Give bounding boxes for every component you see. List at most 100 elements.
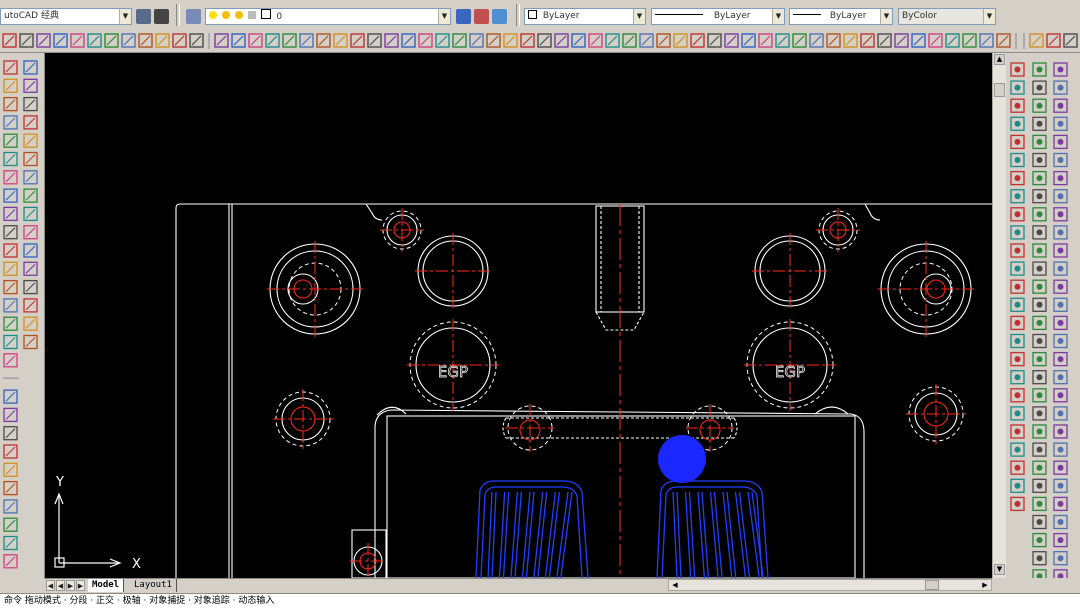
tool-icon[interactable] [1053,514,1068,530]
tool-icon[interactable] [23,60,38,75]
tool-icon[interactable] [1053,442,1068,457]
tool-icon[interactable] [962,33,977,48]
linetype-select[interactable]: ByLayer ▼ [651,8,785,25]
tool-icon[interactable] [1053,406,1068,421]
tool-icon[interactable] [928,33,943,48]
tool-icon[interactable] [1032,116,1047,131]
tool-icon[interactable] [23,243,38,258]
tool-icon[interactable] [588,33,603,48]
tool-icon[interactable] [1010,134,1025,150]
tool-icon[interactable] [3,206,18,222]
tool-icon[interactable] [3,170,18,185]
tool-icon[interactable] [1010,225,1025,240]
tool-icon[interactable] [1010,370,1025,385]
tool-icon[interactable] [3,243,18,258]
tool-icon[interactable] [3,517,18,532]
tool-icon[interactable] [1032,98,1047,113]
tool-icon[interactable] [1032,478,1047,493]
tool-icon[interactable] [1032,243,1047,258]
tool-icon[interactable] [3,554,18,569]
scroll-up-button[interactable]: ▲ [994,54,1005,65]
tool-icon[interactable] [1032,424,1047,439]
tool-icon[interactable] [1010,261,1025,276]
tool-icon[interactable] [1053,424,1068,439]
tool-icon[interactable] [1053,297,1068,312]
tool-icon[interactable] [87,33,102,48]
tool-icon[interactable] [23,78,38,93]
tool-icon[interactable] [1032,189,1047,204]
tool-icon[interactable] [367,33,382,48]
tool-icon[interactable] [1053,225,1068,240]
tool-icon[interactable] [23,151,38,167]
tool-icon[interactable] [1010,297,1025,312]
tool-icon[interactable] [23,298,38,313]
tool-icon[interactable] [1010,116,1025,131]
tool-icon[interactable] [3,151,18,167]
tool-icon[interactable] [656,33,671,48]
tool-icon[interactable] [1010,98,1025,113]
layer-select[interactable]: 0 ▼ [205,8,451,25]
tool-icon[interactable] [1010,189,1025,204]
chevron-down-icon[interactable]: ▼ [983,9,995,24]
tool-icon[interactable] [1010,279,1025,294]
tool-icon[interactable] [826,33,841,48]
tool-icon[interactable] [3,133,18,148]
tool-icon[interactable] [3,353,18,368]
tool-icon[interactable] [172,33,187,48]
hscroll-thumb[interactable] [925,580,939,590]
tool-icon[interactable] [1032,333,1047,349]
tool-icon[interactable] [1053,569,1068,584]
tool-icon[interactable] [1053,207,1068,222]
tool-icon[interactable] [1053,170,1068,186]
tool-icon[interactable] [350,33,365,48]
tool-icon[interactable] [1010,478,1025,493]
first-tab-button[interactable]: ◀ [46,580,55,591]
plugin-toolbar-icons[interactable] [1006,53,1080,584]
tool-icon[interactable] [1032,460,1047,475]
tool-icon[interactable] [1053,134,1068,150]
tool-icon[interactable] [1053,189,1068,204]
tool-icon[interactable] [1010,170,1025,186]
workspace-select[interactable]: utoCAD 经典 ▼ [0,8,132,25]
tool-icon[interactable] [1010,152,1025,168]
tool-icon[interactable] [333,33,348,48]
tool-icon[interactable] [1032,388,1047,403]
tool-icon[interactable] [1053,279,1068,294]
tool-icon[interactable] [23,188,38,203]
tool-icon[interactable] [1010,315,1025,331]
tool-icon[interactable] [104,33,119,48]
tool-icon[interactable] [1053,333,1068,349]
next-tab-button[interactable]: ▶ [66,580,75,591]
tool-icon[interactable] [1032,134,1047,150]
tool-icon[interactable] [1053,478,1068,493]
tool-icon[interactable] [1053,80,1068,95]
chevron-down-icon[interactable]: ▼ [772,9,784,24]
tool-icon[interactable] [639,33,654,48]
tool-icon[interactable] [23,96,38,112]
tool-icon[interactable] [707,33,722,48]
tool-icon[interactable] [469,33,484,48]
tool-icon[interactable] [809,33,824,48]
tool-icon[interactable] [1053,370,1068,385]
tool-icon[interactable] [3,407,18,423]
tool-icon[interactable] [1010,388,1025,403]
tool-icon[interactable] [894,33,909,48]
tool-icon[interactable] [1032,225,1047,240]
tool-icon[interactable] [1053,532,1068,548]
tool-icon[interactable] [1032,551,1047,566]
tool-icon[interactable] [1032,207,1047,222]
tool-icon[interactable] [1053,152,1068,168]
tool-icon[interactable] [1032,152,1047,168]
tool-icon[interactable] [3,115,18,130]
tool-icon[interactable] [19,33,34,48]
tool-icon[interactable] [1032,261,1047,276]
layer-states-icon[interactable] [492,9,507,24]
tool-icon[interactable] [452,33,467,48]
layer-previous-icon[interactable] [474,9,489,24]
tool-icon[interactable] [1053,388,1068,403]
drawing-svg[interactable]: EGP EGP Y X [45,53,992,578]
lineweight-select[interactable]: ByLayer ▼ [789,8,893,25]
scroll-left-button[interactable]: ◀ [670,580,680,590]
tool-icon[interactable] [758,33,773,48]
tab-model[interactable]: Model [88,579,125,592]
